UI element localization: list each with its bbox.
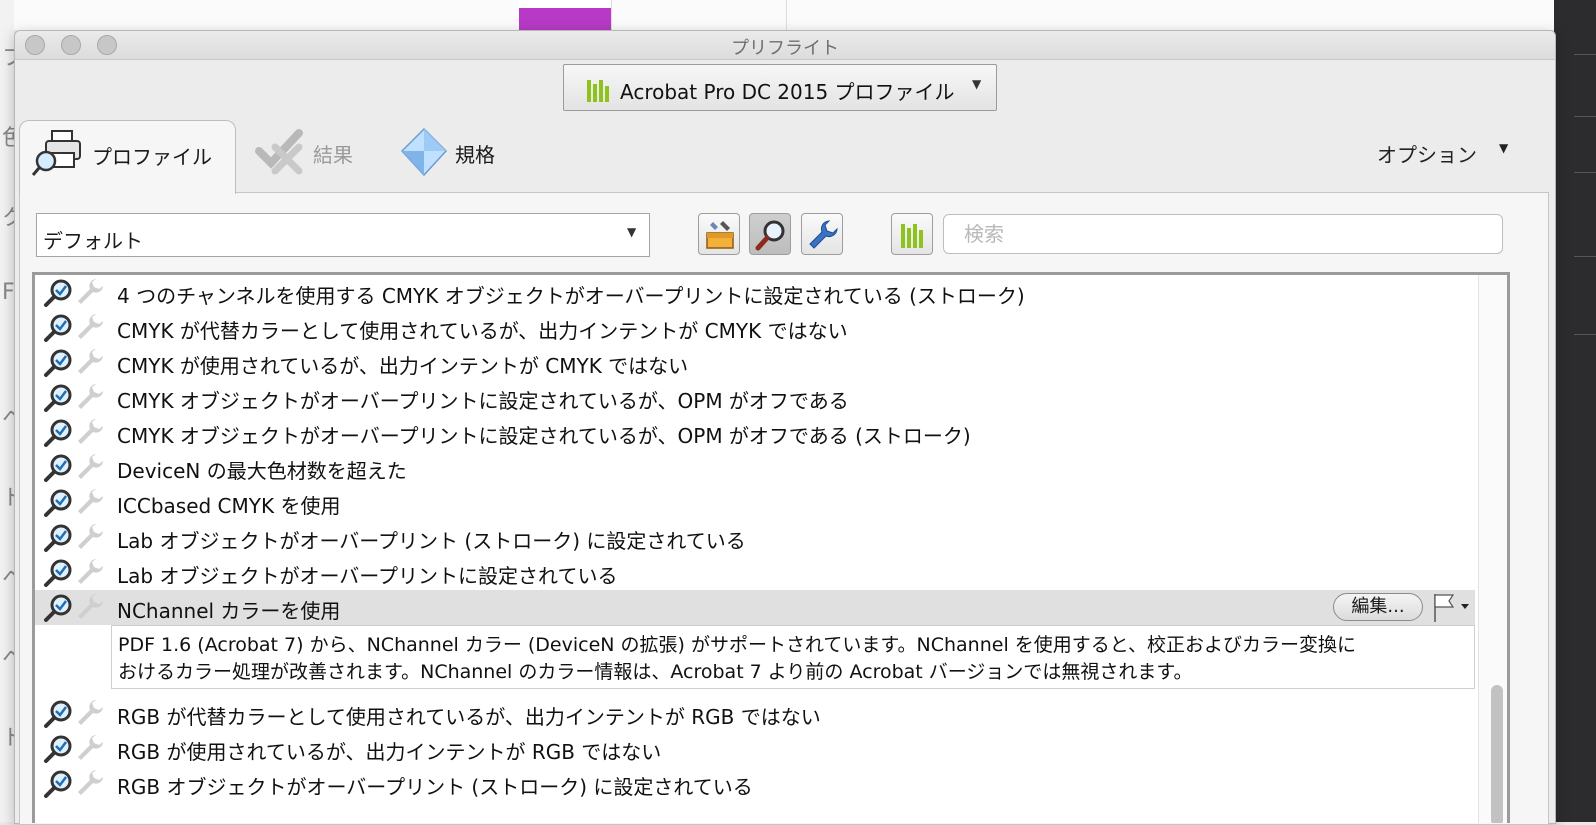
check-label: RGB オブジェクトがオーバープリント (ストローク) に設定されている <box>117 775 753 799</box>
profile-library-dropdown[interactable]: Acrobat Pro DC 2015 プロファイル ▼ <box>563 64 997 111</box>
background-app-top <box>14 0 1554 30</box>
profile-library-label: Acrobat Pro DC 2015 プロファイル <box>620 80 955 104</box>
profile-group-label: デフォルト <box>43 229 143 253</box>
check-label: CMYK が使用されているが、出力インテントが CMYK ではない <box>117 354 689 378</box>
window-title: プリフライト <box>731 38 839 59</box>
options-label: オプション <box>1377 143 1477 167</box>
magnifier-check-icon <box>44 559 72 587</box>
magnifier-check-icon <box>44 384 72 412</box>
wrench-icon <box>78 489 103 514</box>
wrench-icon <box>78 454 103 479</box>
list-item[interactable]: RGB が代替カラーとして使用されているが、出力インテントが RGB ではない <box>35 696 1475 731</box>
library-bars-icon <box>587 80 609 102</box>
check-description: PDF 1.6 (Acrobat 7) から、NChannel カラー (Dev… <box>111 625 1475 689</box>
tab-results[interactable]: 結果 <box>255 127 365 177</box>
wrench-icon <box>78 559 103 584</box>
description-line: PDF 1.6 (Acrobat 7) から、NChannel カラー (Dev… <box>118 634 1357 656</box>
edit-button[interactable]: 編集... <box>1333 593 1423 621</box>
magnifier-check-icon <box>44 524 72 552</box>
check-label: RGB が代替カラーとして使用されているが、出力インテントが RGB ではない <box>117 705 821 729</box>
magnifier-check-icon <box>44 594 72 622</box>
list-item[interactable]: CMYK が使用されているが、出力インテントが CMYK ではない <box>35 345 1475 380</box>
library-button[interactable] <box>891 213 933 255</box>
printer-magnifier-icon <box>32 130 81 176</box>
list-item[interactable]: CMYK オブジェクトがオーバープリントに設定されているが、OPM がオフである <box>35 380 1475 415</box>
list-item[interactable]: RGB オブジェクトがオーバープリント (ストローク) に設定されている <box>35 766 1475 801</box>
check-label: CMYK オブジェクトがオーバープリントに設定されているが、OPM がオフである <box>117 389 849 413</box>
chevron-down-icon: ▼ <box>627 225 637 239</box>
wrench-icon <box>78 700 103 725</box>
wrench-icon <box>78 349 103 374</box>
list-item[interactable]: 4 つのチャンネルを使用する CMYK オブジェクトがオーバープリントに設定され… <box>35 275 1475 310</box>
list-item[interactable]: CMYK オブジェクトがオーバープリントに設定されているが、OPM がオフである… <box>35 415 1475 450</box>
search-input[interactable] <box>943 214 1503 254</box>
magnifier-check-icon <box>44 489 72 517</box>
fixup-toolbox-icon <box>706 221 734 249</box>
wrench-icon <box>78 524 103 549</box>
list-item[interactable]: RGB が使用されているが、出力インテントが RGB ではない <box>35 731 1475 766</box>
list-item[interactable]: Lab オブジェクトがオーバープリント (ストローク) に設定されている <box>35 520 1475 555</box>
wrench-icon <box>78 770 103 795</box>
magnifier-icon <box>755 220 785 251</box>
wrench-icon <box>78 419 103 444</box>
title-bar: プリフライト <box>15 31 1555 60</box>
tab-profiles-label: プロファイル <box>92 145 212 169</box>
check-label: CMYK が代替カラーとして使用されているが、出力インテントが CMYK ではな… <box>117 319 848 343</box>
tab-profiles[interactable]: プロファイル <box>19 120 236 194</box>
chevron-down-icon: ▼ <box>972 77 982 91</box>
profile-group-dropdown[interactable]: デフォルト ▼ <box>36 213 650 257</box>
list-item[interactable]: Lab オブジェクトがオーバープリントに設定されている <box>35 555 1475 590</box>
magnifier-check-icon <box>44 454 72 482</box>
magnifier-check-icon <box>44 419 72 447</box>
magnifier-check-icon <box>44 314 72 342</box>
check-label: NChannel カラーを使用 <box>117 599 341 623</box>
background-app-edge: フ色ク Fヘト ヘヘト <box>0 0 24 822</box>
library-bars-icon <box>901 224 923 248</box>
check-cross-icon <box>255 129 303 175</box>
magnifier-check-icon <box>44 770 72 798</box>
show-fixups-only-button[interactable] <box>801 213 843 255</box>
preflight-dialog: プリフライト Acrobat Pro DC 2015 プロファイル ▼ プロファ… <box>14 30 1556 825</box>
list-item[interactable]: DeviceN の最大色材数を超えた <box>35 450 1475 485</box>
check-label: Lab オブジェクトがオーバープリント (ストローク) に設定されている <box>117 529 746 553</box>
magnifier-check-icon <box>44 735 72 763</box>
wrench-icon <box>78 594 103 619</box>
scrollbar-thumb[interactable] <box>1491 685 1503 823</box>
check-label: RGB が使用されているが、出力インテントが RGB ではない <box>117 740 662 764</box>
tab-results-label: 結果 <box>313 143 353 167</box>
tab-standards[interactable]: 規格 <box>400 127 510 181</box>
magnifier-check-icon <box>44 279 72 307</box>
color-swatch <box>519 0 612 30</box>
diamond-icon <box>400 127 448 177</box>
check-label: 4 つのチャンネルを使用する CMYK オブジェクトがオーバープリントに設定され… <box>117 284 1025 308</box>
tab-standards-label: 規格 <box>455 143 495 167</box>
magnifier-check-icon <box>44 700 72 728</box>
check-label: CMYK オブジェクトがオーバープリントに設定されているが、OPM がオフである… <box>117 424 971 448</box>
checks-list: 4 つのチャンネルを使用する CMYK オブジェクトがオーバープリントに設定され… <box>32 272 1510 823</box>
options-menu[interactable]: オプション ▼ <box>1377 139 1508 168</box>
show-checks-button[interactable] <box>749 213 791 255</box>
check-label: ICCbased CMYK を使用 <box>117 494 341 518</box>
check-label: Lab オブジェクトがオーバープリントに設定されている <box>117 564 618 588</box>
background-dark-panel <box>1554 0 1596 822</box>
wrench-icon <box>809 220 838 249</box>
wrench-icon <box>78 314 103 339</box>
flag-dropdown-icon[interactable] <box>1431 592 1471 624</box>
magnifier-check-icon <box>44 349 72 377</box>
description-line: おけるカラー処理が改善されます。NChannel のカラー情報は、Acrobat… <box>118 661 1193 683</box>
wrench-icon <box>78 384 103 409</box>
chevron-down-icon: ▼ <box>1499 141 1509 155</box>
show-fixups-button[interactable] <box>698 213 740 255</box>
list-item-selected[interactable]: NChannel カラーを使用 編集... <box>35 590 1475 625</box>
wrench-icon <box>78 279 103 304</box>
check-label: DeviceN の最大色材数を超えた <box>117 459 407 483</box>
list-item[interactable]: CMYK が代替カラーとして使用されているが、出力インテントが CMYK ではな… <box>35 310 1475 345</box>
wrench-icon <box>78 735 103 760</box>
list-item[interactable]: ICCbased CMYK を使用 <box>35 485 1475 520</box>
